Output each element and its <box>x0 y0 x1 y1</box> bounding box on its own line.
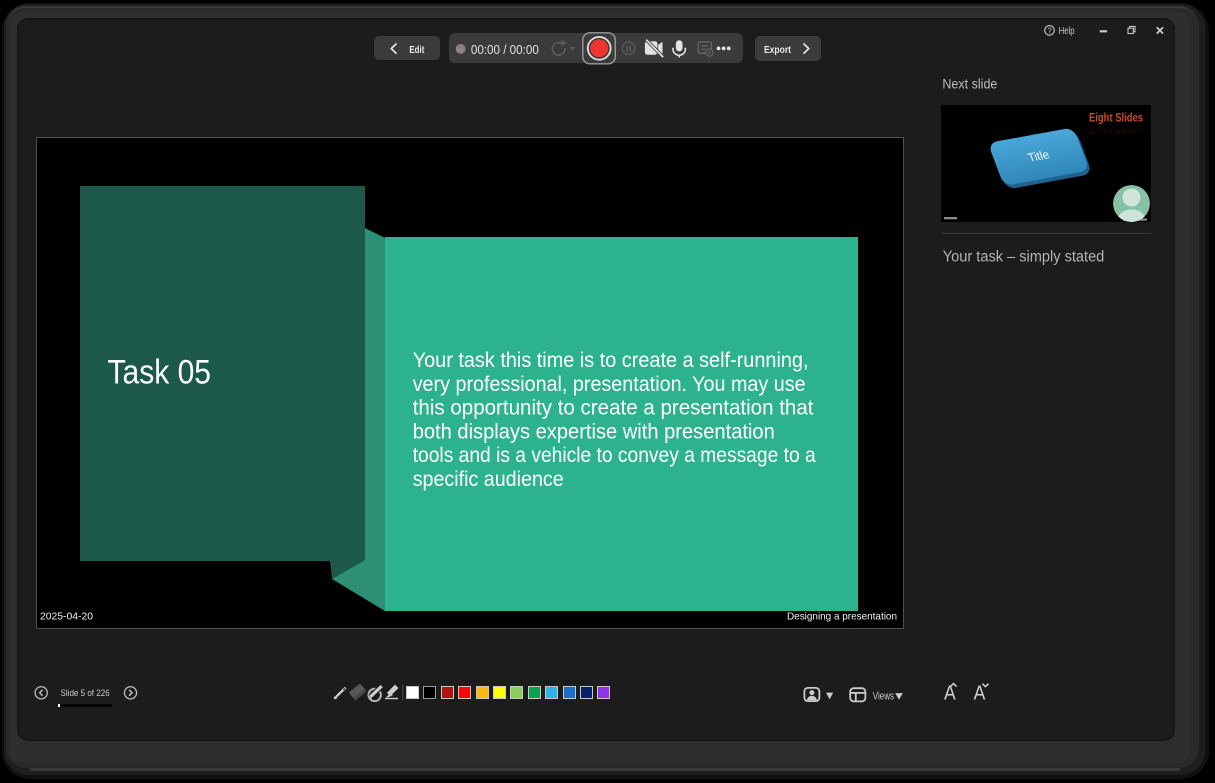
svg-text:Export: Export <box>764 43 791 55</box>
svg-text:2025-04-20: 2025-04-20 <box>40 611 93 623</box>
svg-text:both displays expertise with p: both displays expertise with presentatio… <box>413 420 775 443</box>
svg-text:tools and is a vehicle to conv: tools and is a vehicle to convey a messa… <box>413 444 816 467</box>
svg-text:this opportunity to create a p: this opportunity to create a presentatio… <box>413 397 814 420</box>
svg-text:specific audience: specific audience <box>413 468 564 491</box>
svg-text:Help: Help <box>1059 25 1075 37</box>
svg-text:Eight Slides: Eight Slides <box>1089 122 1143 134</box>
svg-text:A: A <box>944 683 956 705</box>
svg-text:very professional, presentatio: very professional, presentation. You may… <box>413 373 806 396</box>
svg-text:Slide 5 of 226: Slide 5 of 226 <box>61 688 110 698</box>
svg-text:00:00 / 00:00: 00:00 / 00:00 <box>471 42 539 57</box>
svg-text:Your task this time is to crea: Your task this time is to create a self-… <box>413 349 809 372</box>
svg-text:Next slide: Next slide <box>942 77 997 92</box>
svg-text:Task 05: Task 05 <box>108 353 212 391</box>
svg-text:Edit: Edit <box>409 43 424 55</box>
svg-text:Your task – simply stated: Your task – simply stated <box>943 248 1105 265</box>
svg-text:?: ? <box>1047 26 1052 35</box>
svg-text:Views: Views <box>873 690 894 702</box>
svg-text:Designing a presentation: Designing a presentation <box>787 611 897 623</box>
